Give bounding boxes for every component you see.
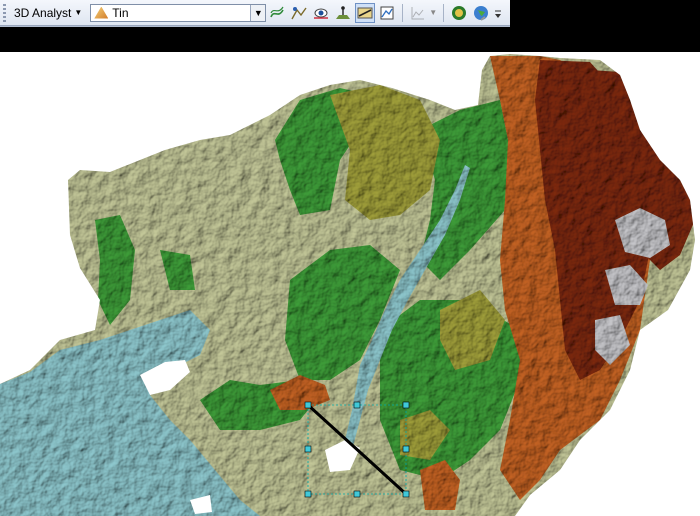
toolbar-options-button[interactable]: [493, 3, 503, 23]
interpolate-polygon-icon: [380, 6, 394, 19]
toolbar-separator: [443, 3, 445, 22]
toolbar-bottom-border: [0, 26, 510, 27]
toolbar-separator: [402, 3, 404, 22]
tin-surface-map: [0, 54, 695, 516]
interpolate-line-icon: [357, 7, 373, 18]
interpolate-point-button[interactable]: [333, 3, 353, 23]
selection-handle[interactable]: [304, 445, 312, 453]
selection-handle[interactable]: [304, 490, 312, 498]
contour-icon: [270, 6, 284, 17]
steepest-path-button[interactable]: [289, 3, 309, 23]
line-of-sight-icon: [314, 8, 329, 19]
contour-button[interactable]: [267, 3, 287, 23]
steepest-path-icon: [291, 6, 307, 19]
3d-analyst-menu[interactable]: 3D Analyst ▼: [14, 6, 82, 20]
line-of-sight-button[interactable]: [311, 3, 331, 23]
chevron-down-icon[interactable]: ▼: [250, 4, 266, 21]
selection-handle[interactable]: [304, 401, 312, 409]
arcglobe-icon: [474, 5, 489, 21]
interpolate-polygon-button[interactable]: [377, 3, 397, 23]
selection-handle[interactable]: [353, 401, 361, 409]
interpolate-line-button[interactable]: [355, 2, 376, 23]
arcscene-button[interactable]: [449, 3, 469, 23]
arcscene-icon: [452, 5, 467, 20]
tin-layer-icon: [94, 6, 109, 19]
3d-analyst-label: 3D Analyst: [14, 5, 72, 20]
map-canvas[interactable]: [0, 52, 700, 516]
selection-handle[interactable]: [402, 490, 410, 498]
profile-graph-icon: [411, 6, 425, 19]
arcglobe-button[interactable]: [471, 3, 491, 23]
toolbar-options-icon: [495, 10, 502, 18]
layer-dropdown[interactable]: Tin ▼: [90, 3, 267, 22]
toolbar-grip[interactable]: [3, 4, 6, 22]
interpolate-point-icon: [336, 5, 351, 19]
chevron-down-icon: ▼: [74, 8, 83, 17]
profile-graph-button[interactable]: [408, 3, 428, 23]
layer-dropdown-value: Tin: [112, 5, 129, 20]
3d-analyst-toolbar: 3D Analyst ▼ Tin ▼ ▼: [0, 0, 510, 26]
selection-handle[interactable]: [402, 445, 410, 453]
selection-handle[interactable]: [353, 490, 361, 498]
selection-handle[interactable]: [402, 401, 410, 409]
chevron-down-icon[interactable]: ▼: [429, 8, 437, 17]
